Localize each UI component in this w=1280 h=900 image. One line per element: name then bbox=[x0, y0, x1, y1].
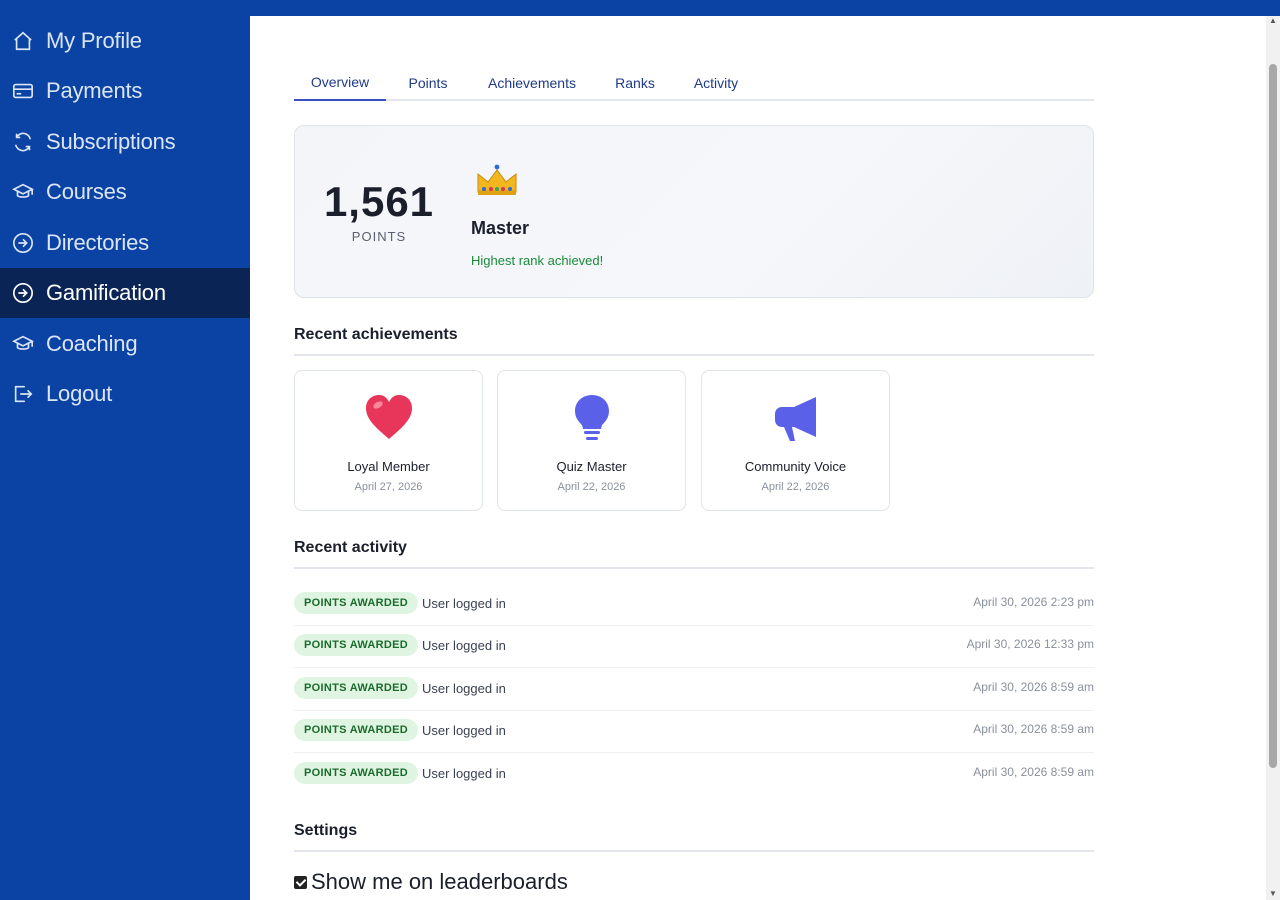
refresh-icon bbox=[12, 131, 34, 153]
points-value: 1,561 bbox=[323, 178, 435, 225]
recent-achievements-title: Recent achievements bbox=[294, 326, 458, 343]
main-content: Overview Points Achievements Ranks Activ… bbox=[250, 16, 1266, 900]
recent-activity-title: Recent activity bbox=[294, 539, 407, 556]
top-bar bbox=[250, 0, 1280, 16]
sidebar-item-label: My Profile bbox=[46, 28, 142, 53]
tab-bar: Overview Points Achievements Ranks Activ… bbox=[294, 64, 1094, 101]
sidebar-item-label: Courses bbox=[46, 179, 127, 204]
activity-description: User logged in bbox=[422, 638, 506, 653]
page-scrollbar[interactable]: ▲ ▼ bbox=[1266, 16, 1280, 900]
activity-timestamp: April 30, 2026 8:59 am bbox=[973, 680, 1094, 694]
activity-timestamp: April 30, 2026 8:59 am bbox=[973, 765, 1094, 779]
sidebar-item-my-profile[interactable]: My Profile bbox=[0, 16, 250, 66]
achievement-card[interactable]: Loyal Member April 27, 2026 bbox=[294, 370, 483, 511]
sidebar-item-subscriptions[interactable]: Subscriptions bbox=[0, 117, 250, 167]
sidebar-item-logout[interactable]: Logout bbox=[0, 369, 250, 419]
sidebar-item-label: Directories bbox=[46, 230, 149, 255]
logout-icon bbox=[12, 383, 34, 405]
activity-row: POINTS AWARDED User logged in April 30, … bbox=[294, 625, 1094, 668]
leaderboard-setting: Show me on leaderboards bbox=[294, 869, 568, 895]
achievement-name: Loyal Member bbox=[347, 459, 430, 474]
sidebar-item-label: Gamification bbox=[46, 280, 166, 305]
tab-points[interactable]: Points bbox=[386, 64, 470, 101]
sidebar-item-label: Payments bbox=[46, 78, 143, 103]
rank-name: Master bbox=[471, 218, 530, 238]
status-badge: POINTS AWARDED bbox=[294, 677, 419, 699]
sidebar-nav: My Profile Payments Subscriptions Course… bbox=[0, 0, 250, 900]
arrow-circle-right-icon bbox=[12, 232, 34, 254]
activity-row: POINTS AWARDED User logged in April 30, … bbox=[294, 710, 1094, 753]
status-badge: POINTS AWARDED bbox=[294, 592, 419, 614]
graduation-cap-icon bbox=[12, 333, 34, 355]
section-divider bbox=[294, 567, 1094, 569]
sidebar-item-gamification[interactable]: Gamification bbox=[0, 268, 250, 318]
tab-overview[interactable]: Overview bbox=[294, 64, 386, 101]
sidebar-item-label: Coaching bbox=[46, 331, 138, 356]
achievement-name: Quiz Master bbox=[556, 459, 627, 474]
sidebar-item-payments[interactable]: Payments bbox=[0, 66, 250, 116]
achievement-name: Community Voice bbox=[744, 459, 847, 474]
leaderboard-label[interactable]: Show me on leaderboards bbox=[311, 869, 568, 895]
status-badge: POINTS AWARDED bbox=[294, 634, 419, 656]
sidebar-item-coaching[interactable]: Coaching bbox=[0, 319, 250, 369]
tab-achievements[interactable]: Achievements bbox=[470, 64, 594, 101]
leaderboard-checkbox[interactable] bbox=[294, 875, 307, 889]
sidebar-item-courses[interactable]: Courses bbox=[0, 167, 250, 217]
activity-row: POINTS AWARDED User logged in April 30, … bbox=[294, 668, 1094, 711]
heart-icon bbox=[365, 393, 413, 443]
activity-timestamp: April 30, 2026 2:23 pm bbox=[973, 595, 1094, 609]
sidebar-item-label: Logout bbox=[46, 381, 113, 406]
sidebar-item-directories[interactable]: Directories bbox=[0, 218, 250, 268]
points-summary-card: 1,561 POINTS Master Highest rank achieve… bbox=[294, 125, 1094, 298]
section-divider bbox=[294, 850, 1094, 852]
activity-description: User logged in bbox=[422, 596, 506, 611]
graduation-cap-icon bbox=[12, 181, 34, 203]
achievement-date: April 27, 2026 bbox=[354, 481, 423, 493]
activity-description: User logged in bbox=[422, 681, 506, 696]
achievement-date: April 22, 2026 bbox=[557, 481, 626, 493]
tab-ranks[interactable]: Ranks bbox=[594, 64, 676, 101]
section-divider bbox=[294, 354, 1094, 356]
activity-description: User logged in bbox=[422, 766, 506, 781]
settings-title: Settings bbox=[294, 822, 358, 839]
megaphone-icon bbox=[772, 393, 820, 443]
crown-icon bbox=[475, 162, 519, 198]
activity-row: POINTS AWARDED User logged in April 30, … bbox=[294, 753, 1094, 796]
activity-timestamp: April 30, 2026 8:59 am bbox=[973, 722, 1094, 736]
scroll-up-arrow-icon[interactable]: ▲ bbox=[1268, 16, 1278, 26]
scrollbar-thumb[interactable] bbox=[1269, 64, 1277, 768]
achievement-card[interactable]: Community Voice April 22, 2026 bbox=[701, 370, 890, 511]
activity-row: POINTS AWARDED User logged in April 30, … bbox=[294, 583, 1094, 626]
activity-description: User logged in bbox=[422, 723, 506, 738]
tab-activity[interactable]: Activity bbox=[676, 64, 756, 101]
status-badge: POINTS AWARDED bbox=[294, 719, 419, 741]
activity-timestamp: April 30, 2026 12:33 pm bbox=[966, 637, 1094, 651]
achievement-card[interactable]: Quiz Master April 22, 2026 bbox=[497, 370, 686, 511]
points-label: POINTS bbox=[351, 229, 407, 244]
arrow-circle-right-icon bbox=[12, 282, 34, 304]
lightbulb-icon bbox=[568, 393, 616, 443]
credit-card-icon bbox=[12, 80, 34, 102]
status-badge: POINTS AWARDED bbox=[294, 762, 419, 784]
scroll-down-arrow-icon[interactable]: ▼ bbox=[1268, 888, 1278, 900]
home-icon bbox=[12, 30, 34, 52]
rank-status: Highest rank achieved! bbox=[471, 253, 604, 268]
sidebar-item-label: Subscriptions bbox=[46, 129, 176, 154]
achievement-date: April 22, 2026 bbox=[761, 481, 830, 493]
